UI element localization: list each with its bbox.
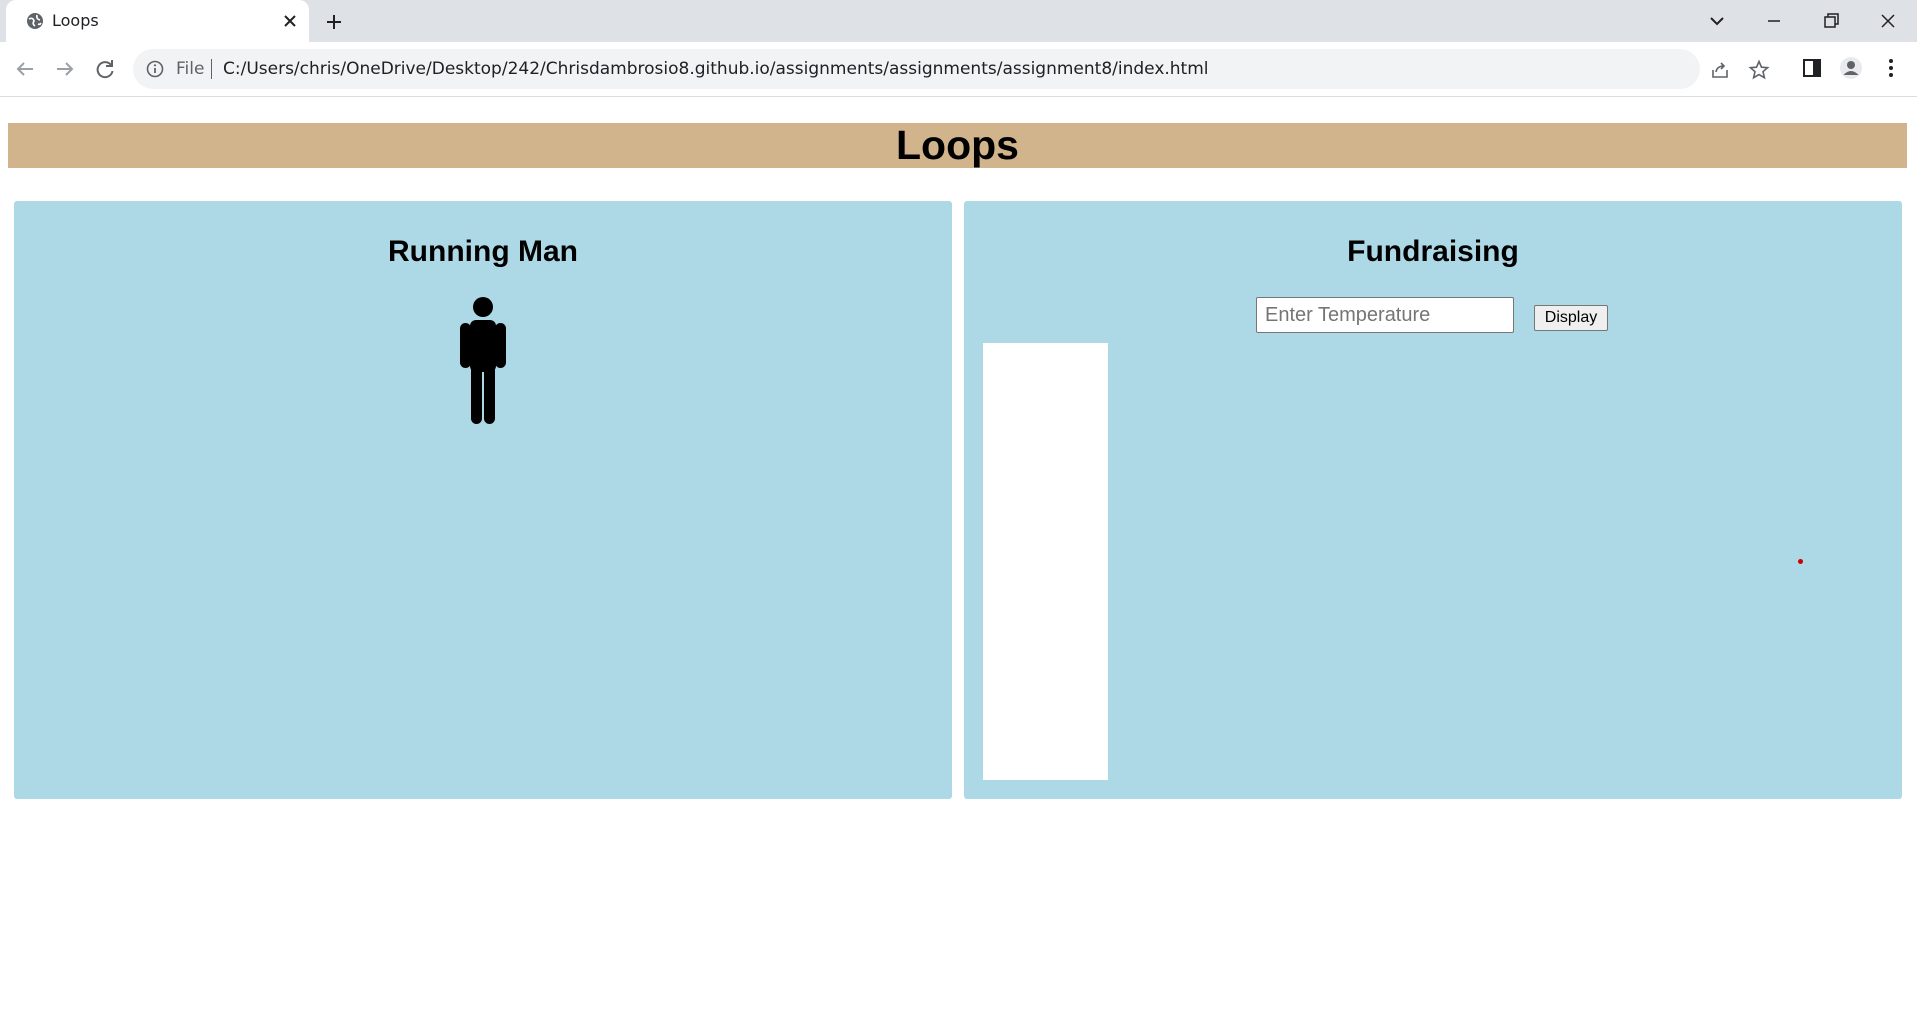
reload-icon[interactable] <box>91 55 119 83</box>
info-icon[interactable] <box>145 59 165 79</box>
minimize-icon[interactable] <box>1761 8 1787 34</box>
new-tab-icon[interactable] <box>322 10 346 34</box>
page-title: Loops <box>896 122 1019 168</box>
red-dot <box>1798 559 1803 564</box>
side-panel-icon[interactable] <box>1800 56 1824 80</box>
display-button[interactable]: Display <box>1534 305 1608 331</box>
browser-tab[interactable]: Loops <box>6 0 309 42</box>
running-man-panel: Running Man <box>14 201 952 799</box>
close-tab-icon[interactable] <box>280 11 300 31</box>
restore-icon[interactable] <box>1818 8 1844 34</box>
fundraising-heading: Fundraising <box>1347 235 1519 268</box>
tab-search-icon[interactable] <box>1704 8 1730 34</box>
page-header: Loops <box>8 123 1907 168</box>
address-bar[interactable]: File C:/Users/chris/OneDrive/Desktop/242… <box>133 49 1770 89</box>
running-man-heading: Running Man <box>388 235 578 268</box>
thermometer-bar <box>983 343 1108 780</box>
temperature-input[interactable] <box>1256 297 1514 333</box>
url-text[interactable]: C:/Users/chris/OneDrive/Desktop/242/Chri… <box>223 59 1209 79</box>
share-icon[interactable] <box>1709 59 1731 81</box>
profile-avatar-icon[interactable] <box>1839 56 1863 80</box>
globe-icon <box>27 13 43 29</box>
browser-toolbar: File C:/Users/chris/OneDrive/Desktop/242… <box>0 42 1917 97</box>
bookmark-star-icon[interactable] <box>1748 59 1770 81</box>
address-separator <box>211 59 212 79</box>
back-arrow-icon[interactable] <box>11 55 39 83</box>
menu-kebab-icon[interactable] <box>1879 56 1903 80</box>
fundraising-panel: Fundraising Display <box>964 201 1902 799</box>
tab-title: Loops <box>52 11 99 30</box>
file-scheme-label: File <box>176 59 205 79</box>
forward-arrow-icon[interactable] <box>51 55 79 83</box>
standing-man-icon <box>460 297 506 424</box>
tab-strip: Loops <box>0 0 1917 42</box>
close-window-icon[interactable] <box>1875 8 1901 34</box>
